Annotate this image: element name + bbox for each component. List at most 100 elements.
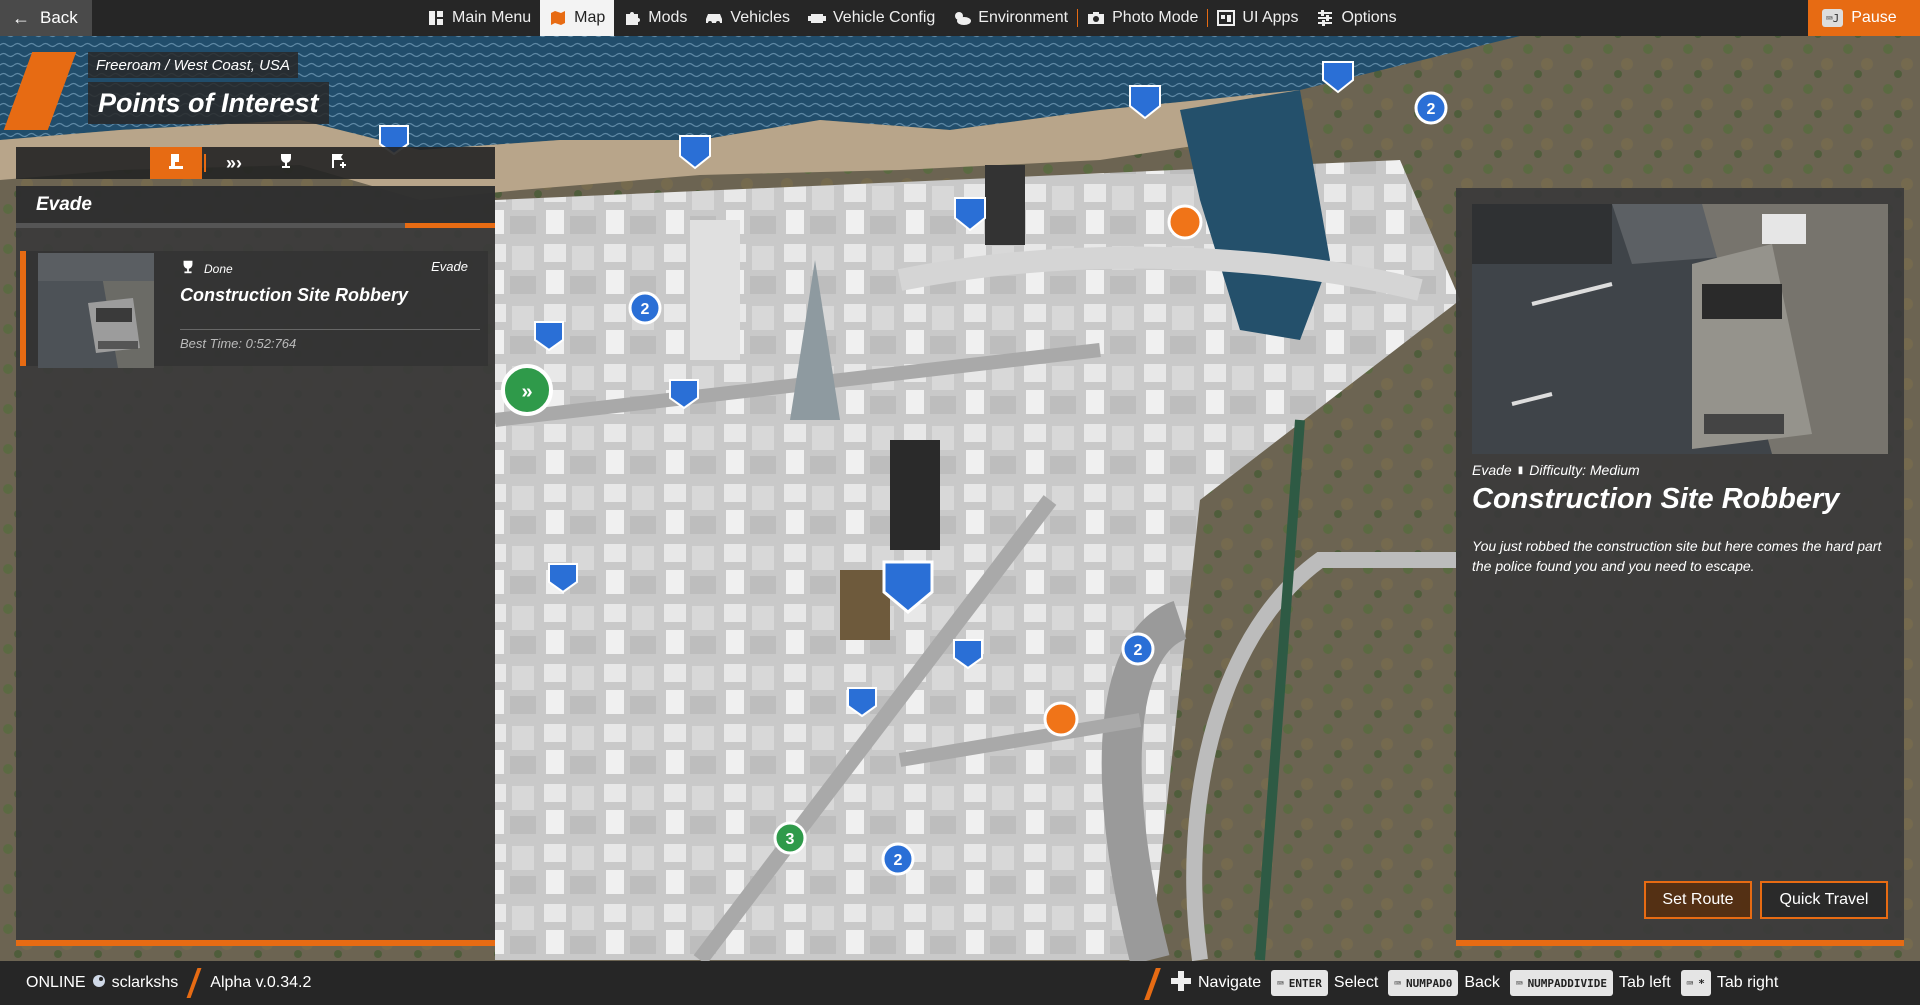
separator-icon: ▮ [1517,464,1524,476]
hint-label: Navigate [1198,974,1262,991]
flag-plus-icon [329,152,347,175]
pause-key-label: J [1832,11,1840,25]
mission-detail-title: Construction Site Robbery [1472,483,1840,515]
mission-pin-icon [167,152,185,175]
keyboard-icon: ⌨ [1515,976,1523,990]
main-menu-icon [427,9,445,27]
map-marker[interactable]: 2 [881,842,915,876]
mission-status: Done [180,259,233,278]
arrow-left-icon: ← [12,7,30,28]
filter-trophy-button[interactable] [260,147,312,179]
puzzle-icon [623,9,641,27]
hint-label: Select [1333,974,1379,991]
filter-speed-button[interactable]: »› [208,147,260,179]
car-icon [705,9,723,27]
keyboard-key-icon: ⌨ J [1822,9,1844,27]
mission-type-label: Evade [431,259,468,274]
keyboard-key: ⌨ ENTER [1271,970,1328,996]
mission-thumbnail [38,253,154,368]
map-marker[interactable]: 2 [1121,632,1155,666]
map-marker[interactable]: 2 [1414,91,1448,125]
svg-text:»: » [521,381,532,403]
key-label: ENTER [1288,976,1322,990]
sliders-icon [1316,9,1334,27]
tab-vehicle-config[interactable]: Vehicle Config [799,0,944,36]
panel-accent-bar [1456,940,1904,946]
key-label: * [1698,976,1705,990]
keyboard-icon: ⌨ [1394,976,1401,990]
mission-detail-type: Evade [1472,462,1512,478]
trophy-icon [180,259,196,278]
tab-main-menu[interactable]: Main Menu [418,0,540,36]
chevrons-right-icon: »› [225,152,242,173]
mission-list-item[interactable]: Done Evade Construction Site Robbery Bes… [20,251,488,368]
map-marker-label: 2 [894,852,903,869]
gas-station-marker[interactable] [1167,204,1203,240]
panel-accent-bar [16,940,495,946]
keyboard-key: ⌨ NUMPAD0 [1388,970,1459,996]
tab-mods[interactable]: Mods [614,0,696,36]
tab-label: Map [574,9,606,26]
divider [180,329,480,330]
steam-icon [92,974,106,993]
map-marker-label: 3 [786,831,795,848]
keyboard-key: ⌨ NUMPADDIVIDE [1509,970,1614,996]
hint-back: ⌨ NUMPAD0 Back [1388,970,1500,996]
nav-tabs: Main Menu Map Mods Vehicles Vehicle Conf… [418,0,1406,36]
tab-label: Options [1341,9,1397,26]
breadcrumb: Freeroam / West Coast, USA [88,52,298,78]
map-marker[interactable]: 3 [773,821,807,855]
tab-vehicles[interactable]: Vehicles [696,0,799,36]
bottom-status-bar: ONLINE sclarkshs Alpha v.0.34.2 Navigate… [0,961,1920,1005]
tab-options[interactable]: Options [1307,0,1405,36]
ui-apps-icon [1217,9,1236,27]
hint-navigate: Navigate [1170,970,1261,997]
map-marker-label: 2 [1134,642,1143,659]
key-label: NUMPAD0 [1406,976,1453,990]
tab-environment[interactable]: Environment [944,0,1077,36]
hint-select: ⌨ ENTER Select [1271,970,1378,996]
online-status: ONLINE [26,974,86,991]
weather-icon [953,9,972,27]
tab-label: UI Apps [1242,9,1299,26]
back-button[interactable]: ← Back [0,0,92,36]
set-route-button[interactable]: Set Route [1644,881,1752,919]
hint-tab-left: ⌨ NUMPADDIVIDE Tab left [1509,970,1671,996]
mission-difficulty: Difficulty: Medium [1529,462,1640,478]
filter-missions-button[interactable] [150,147,202,179]
tab-label: Environment [978,9,1069,26]
map-icon [549,9,567,27]
trophy-icon [277,152,295,175]
hint-label: Tab left [1619,974,1671,991]
camera-icon [1087,9,1105,27]
pause-button[interactable]: ⌨ J Pause [1808,0,1920,36]
gas-station-marker[interactable] [1043,701,1079,737]
mission-description: You just robbed the construction site bu… [1472,538,1882,574]
controller-hints: Navigate ⌨ ENTER Select ⌨ NUMPAD0 Back ⌨… [1140,961,1778,1005]
map-marker-label: 2 [641,301,650,318]
race-start-marker[interactable]: » [501,364,553,416]
tab-photo-mode[interactable]: Photo Mode [1078,0,1207,36]
tab-map[interactable]: Map [540,0,615,36]
key-label: NUMPADDIVIDE [1527,976,1608,990]
divider [186,968,202,998]
poi-filter-bar: »› [16,147,495,179]
keyboard-key: ⌨ * [1680,970,1711,996]
pause-label: Pause [1851,9,1897,26]
hint-label: Tab right [1716,974,1779,991]
filter-flag-button[interactable] [312,147,364,179]
page-title: Points of Interest [88,82,329,124]
map-marker[interactable]: 2 [628,291,662,325]
status-info: ONLINE sclarkshs Alpha v.0.34.2 [26,961,311,1005]
mission-preview-image [1472,204,1888,454]
keyboard-icon: ⌨ [1686,976,1694,990]
tab-ui-apps[interactable]: UI Apps [1208,0,1307,36]
hint-label: Back [1464,974,1500,991]
username: sclarkshs [111,974,179,991]
hint-tab-right: ⌨ * Tab right [1680,970,1779,996]
quick-travel-button[interactable]: Quick Travel [1760,881,1888,919]
back-label: Back [40,8,78,27]
mission-detail-panel: Evade ▮ Difficulty: Medium Construction … [1456,188,1904,946]
tab-label: Vehicle Config [833,9,936,26]
mission-best-time: Best Time: 0:52:764 [180,336,297,351]
